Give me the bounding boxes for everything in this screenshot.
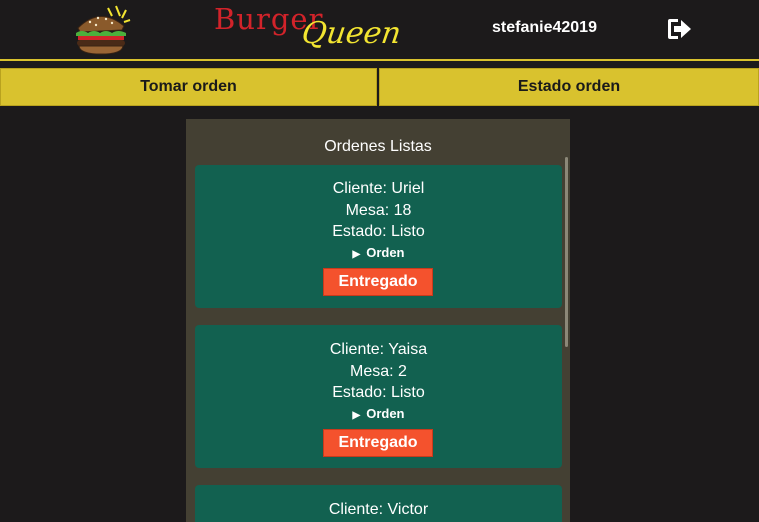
order-details-label: Orden: [366, 406, 405, 421]
header-divider: [0, 59, 759, 61]
delivered-button[interactable]: Entregado: [323, 268, 433, 296]
caret-right-icon: ▶: [352, 249, 361, 260]
app-header: Burger Queen stefanie42019: [0, 0, 759, 59]
delivered-button[interactable]: Entregado: [323, 429, 433, 457]
orders-panel: Ordenes Listas Cliente: Uriel Mesa: 18 E…: [186, 119, 570, 522]
order-details-toggle[interactable]: ▶ Orden: [195, 406, 562, 421]
panel-scrollbar[interactable]: [565, 157, 568, 347]
burger-logo-icon: [76, 5, 131, 55]
nav-tabs: Tomar orden Estado orden: [0, 68, 759, 106]
order-table: Mesa: 2: [350, 363, 407, 380]
brand-word-queen: Queen: [299, 16, 404, 51]
brand-logo: Burger Queen: [214, 0, 424, 58]
order-details-toggle[interactable]: ▶ Orden: [195, 245, 562, 260]
tab-tomar-orden[interactable]: Tomar orden: [0, 68, 377, 106]
order-card: Cliente: Victor: [195, 485, 562, 522]
order-status: Estado: Listo: [332, 223, 425, 240]
caret-right-icon: ▶: [352, 410, 361, 421]
order-client: Cliente: Uriel: [332, 180, 425, 197]
order-details-label: Orden: [366, 245, 405, 260]
order-table: Mesa: 18: [345, 202, 412, 219]
order-card: Cliente: Yaisa Mesa: 2 Estado: Listo ▶ Or…: [195, 325, 562, 468]
order-status: Estado: Listo: [332, 384, 425, 401]
order-client: Cliente: Yaisa: [329, 341, 428, 358]
sign-out-icon[interactable]: [666, 17, 692, 41]
username-label: stefanie42019: [492, 19, 597, 36]
order-client: Cliente: Victor: [328, 501, 429, 518]
panel-title: Ordenes Listas: [324, 138, 432, 155]
tab-estado-orden[interactable]: Estado orden: [379, 68, 759, 106]
order-card: Cliente: Uriel Mesa: 18 Estado: Listo ▶ O…: [195, 165, 562, 308]
